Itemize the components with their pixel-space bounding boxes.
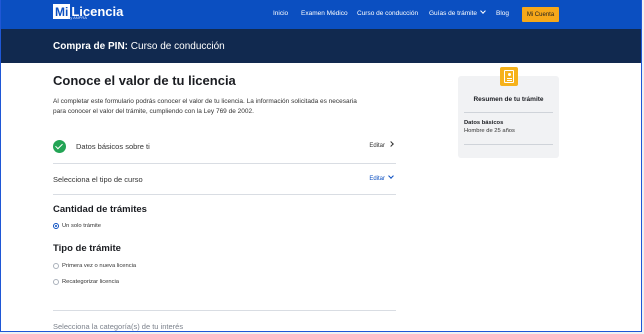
summary-divider xyxy=(464,112,553,113)
chevron-down-icon xyxy=(480,8,486,14)
radio-recategorizar[interactable]: Recategorizar licencia xyxy=(53,279,119,285)
account-button[interactable]: Mi Cuenta xyxy=(522,7,559,22)
step-basic-data: Datos básicos sobre ti Editar xyxy=(53,140,396,154)
summary-divider xyxy=(464,144,553,145)
nav-link-guias[interactable]: Guías de trámite xyxy=(429,8,486,17)
page-header: Compra de PIN: Curso de conducción xyxy=(1,29,641,63)
nav-link-curso[interactable]: Curso de conducción xyxy=(357,10,418,17)
edit-basic-button[interactable]: Editar xyxy=(369,141,394,149)
step-basic-label: Datos básicos sobre ti xyxy=(76,142,150,151)
nav-link-guias-label: Guías de trámite xyxy=(429,10,478,17)
step-course-label: Selecciona el tipo de curso xyxy=(53,175,143,184)
check-icon xyxy=(53,140,66,153)
header-course: Curso de conducción xyxy=(130,41,225,52)
edit-course-label: Editar xyxy=(369,176,385,182)
nav-link-blog[interactable]: Blog xyxy=(496,10,509,17)
step-category-label: Selecciona la categoría(s) de tu interés xyxy=(53,322,184,331)
header-prefix: Compra de PIN: xyxy=(53,41,129,52)
page-description: Al completar este formulario podrás cono… xyxy=(53,98,357,115)
divider xyxy=(53,163,396,164)
radio-empty-icon xyxy=(53,279,59,285)
step-course-type: Selecciona el tipo de curso Editar xyxy=(53,173,396,186)
radio-primera-label: Primera vez o nueva licencia xyxy=(62,263,137,269)
radio-single-label: Un solo trámite xyxy=(62,223,101,229)
summary-title: Resumen de tu trámite xyxy=(473,96,544,103)
chevron-down-icon xyxy=(388,173,394,179)
radio-single-tramite[interactable]: Un solo trámite xyxy=(53,223,101,229)
id-card-icon xyxy=(500,67,518,86)
quantity-title: Cantidad de trámites xyxy=(53,204,147,215)
top-nav: Mi Licencia by ANPRA Inicio Examen Médic… xyxy=(1,0,641,29)
summary-card xyxy=(458,76,559,158)
summary-section-value: Hombre de 25 años xyxy=(464,128,515,134)
radio-empty-icon xyxy=(53,263,59,269)
divider xyxy=(53,310,396,311)
tramite-type-title: Tipo de trámite xyxy=(53,243,121,254)
page-title: Conoce el valor de tu licencia xyxy=(53,73,236,88)
divider xyxy=(53,194,396,195)
summary-section-label: Datos básicos xyxy=(464,120,504,126)
app-frame: Mi Licencia by ANPRA Inicio Examen Médic… xyxy=(0,0,642,332)
edit-course-button[interactable]: Editar xyxy=(369,173,394,182)
nav-link-examen-medico[interactable]: Examen Médico xyxy=(301,10,348,17)
header-title: Compra de PIN: Curso de conducción xyxy=(53,41,225,52)
chevron-right-icon xyxy=(388,141,394,147)
edit-basic-label: Editar xyxy=(369,143,385,149)
radio-primera-vez[interactable]: Primera vez o nueva licencia xyxy=(53,263,136,269)
radio-recategorizar-label: Recategorizar licencia xyxy=(62,279,120,285)
nav-link-inicio[interactable]: Inicio xyxy=(273,10,288,17)
radio-selected-icon xyxy=(53,223,59,229)
